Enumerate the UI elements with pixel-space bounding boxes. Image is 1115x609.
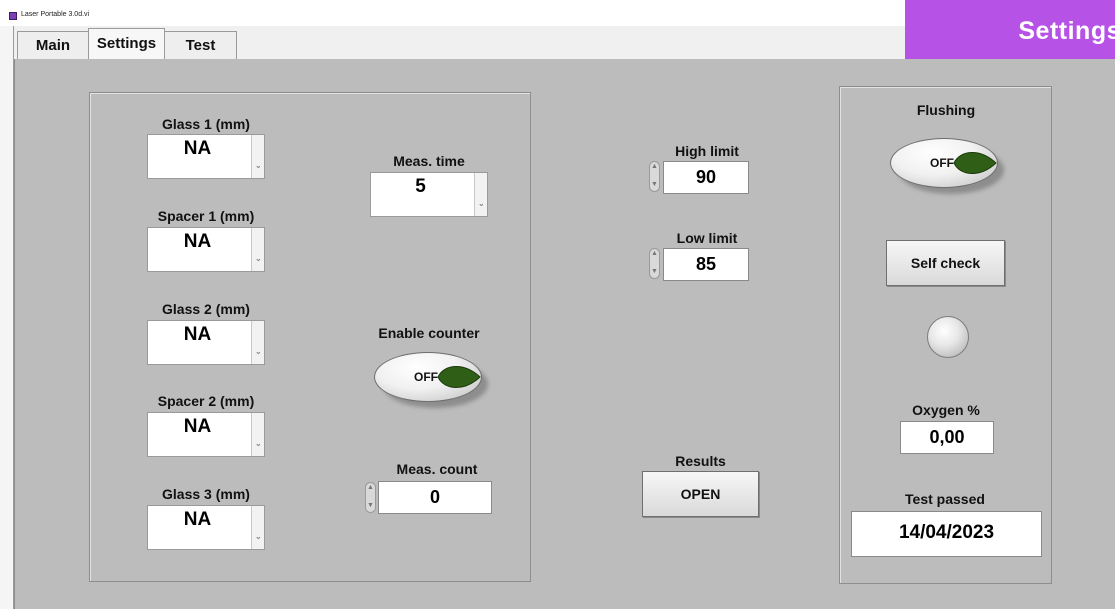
app-icon: [9, 12, 17, 20]
test-passed-label: Test passed: [905, 491, 985, 507]
glass1-value: NA: [183, 138, 212, 159]
dropdown-arrow-icon[interactable]: ⌄: [251, 506, 264, 549]
meas-time-label: Meas. time: [393, 153, 465, 169]
meas-count-label: Meas. count: [396, 461, 478, 477]
results-label: Results: [675, 453, 726, 469]
window-left-edge: [0, 26, 14, 609]
flushing-toggle[interactable]: OFF: [890, 138, 1010, 196]
flushing-state: OFF: [930, 156, 954, 170]
spacer2-value: NA: [183, 416, 212, 437]
glass1-select[interactable]: NA ⌄: [147, 134, 265, 179]
meas-time-value: 5: [415, 176, 426, 197]
window-title: Laser Portable 3.0d.vi: [21, 11, 90, 18]
toggle-tip-icon: [437, 366, 481, 388]
dropdown-arrow-icon[interactable]: ⌄: [474, 173, 487, 216]
flushing-label: Flushing: [916, 102, 976, 118]
test-passed-value: 14/04/2023: [851, 511, 1042, 557]
banner-title: Settings: [1018, 17, 1115, 45]
dropdown-arrow-icon[interactable]: ⌄: [251, 321, 264, 364]
high-limit-label: High limit: [675, 143, 739, 159]
high-limit-field[interactable]: 90: [663, 161, 749, 194]
spacer2-label: Spacer 2 (mm): [157, 393, 255, 409]
meas-count-spinner[interactable]: ▲ ▼: [365, 482, 376, 513]
enable-counter-state: OFF: [414, 370, 438, 384]
meas-count-field[interactable]: 0: [378, 481, 492, 514]
page-banner: Settings: [905, 0, 1115, 62]
low-limit-spinner[interactable]: ▲ ▼: [649, 248, 660, 279]
glass3-label: Glass 3 (mm): [162, 486, 250, 502]
enable-counter-label: Enable counter: [378, 325, 480, 341]
tab-main[interactable]: Main: [17, 31, 89, 59]
high-limit-spinner[interactable]: ▲ ▼: [649, 161, 660, 192]
glass2-select[interactable]: NA ⌄: [147, 320, 265, 365]
results-open-button[interactable]: OPEN: [642, 471, 759, 517]
spacer2-select[interactable]: NA ⌄: [147, 412, 265, 457]
toggle-tip-icon: [953, 152, 997, 174]
spacer1-label: Spacer 1 (mm): [157, 208, 255, 224]
glass3-select[interactable]: NA ⌄: [147, 505, 265, 550]
spacer1-select[interactable]: NA ⌄: [147, 227, 265, 272]
low-limit-label: Low limit: [676, 230, 738, 246]
glass2-label: Glass 2 (mm): [162, 301, 250, 317]
enable-counter-toggle[interactable]: OFF: [374, 352, 494, 410]
low-limit-field[interactable]: 85: [663, 248, 749, 281]
tab-settings[interactable]: Settings: [88, 28, 165, 60]
glass1-label: Glass 1 (mm): [162, 116, 250, 132]
dropdown-arrow-icon[interactable]: ⌄: [251, 413, 264, 456]
dropdown-arrow-icon[interactable]: ⌄: [251, 135, 264, 178]
spacer1-value: NA: [183, 231, 212, 252]
oxygen-value: 0,00: [900, 421, 994, 454]
status-led-indicator: [927, 316, 969, 358]
oxygen-label: Oxygen %: [912, 402, 980, 418]
glass3-value: NA: [183, 509, 212, 530]
glass2-value: NA: [183, 324, 212, 345]
dropdown-arrow-icon[interactable]: ⌄: [251, 228, 264, 271]
tab-test[interactable]: Test: [164, 31, 237, 59]
meas-time-select[interactable]: 5 ⌄: [370, 172, 488, 217]
self-check-button[interactable]: Self check: [886, 240, 1005, 286]
